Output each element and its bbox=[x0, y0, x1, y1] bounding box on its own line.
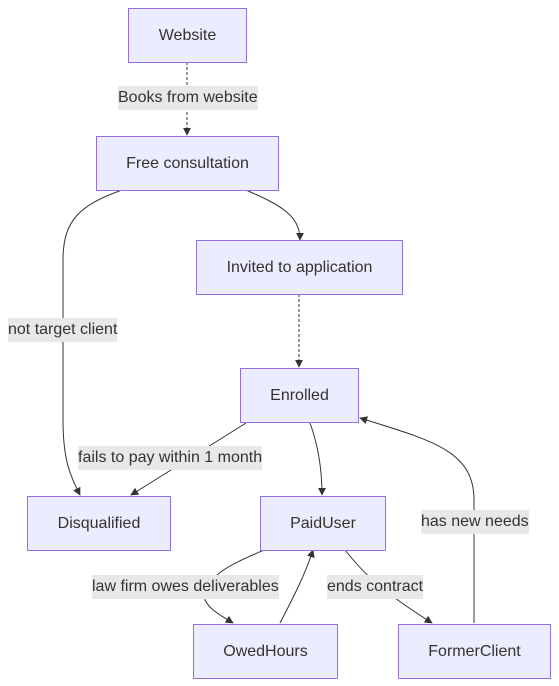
node-free-consultation[interactable]: Free consultation bbox=[96, 136, 279, 191]
edge-owedhours-to-paiduser bbox=[279, 549, 315, 624]
edge-label-has-new-needs: has new needs bbox=[421, 510, 529, 534]
node-enrolled[interactable]: Enrolled bbox=[240, 368, 359, 423]
node-formerclient[interactable]: FormerClient bbox=[398, 624, 551, 679]
node-label: PaidUser bbox=[290, 514, 356, 532]
node-paiduser[interactable]: PaidUser bbox=[260, 496, 386, 551]
edge-label-fails-to-pay: fails to pay within 1 month bbox=[78, 446, 263, 470]
node-label: Disqualified bbox=[57, 514, 141, 532]
edge-label-books-from-website: Books from website bbox=[118, 86, 258, 110]
node-label: FormerClient bbox=[428, 642, 521, 660]
edge-free-consultation-to-invited bbox=[245, 189, 304, 241]
node-label: OwedHours bbox=[223, 642, 308, 660]
node-owedhours[interactable]: OwedHours bbox=[193, 624, 338, 679]
node-label: Enrolled bbox=[270, 386, 329, 404]
node-label: Free consultation bbox=[126, 154, 249, 172]
node-label: Invited to application bbox=[226, 258, 373, 276]
node-label: Website bbox=[158, 26, 217, 44]
node-invited-to-application[interactable]: Invited to application bbox=[196, 240, 403, 295]
edge-enrolled-to-paiduser bbox=[309, 422, 326, 496]
node-disqualified[interactable]: Disqualified bbox=[27, 496, 171, 551]
node-website[interactable]: Website bbox=[128, 8, 247, 63]
edge-label-ends-contract: ends contract bbox=[327, 575, 424, 599]
edges-layer bbox=[62, 62, 475, 624]
edge-label-law-firm-owes: law firm owes deliverables bbox=[92, 575, 279, 599]
edge-label-not-target-client: not target client bbox=[8, 318, 118, 342]
